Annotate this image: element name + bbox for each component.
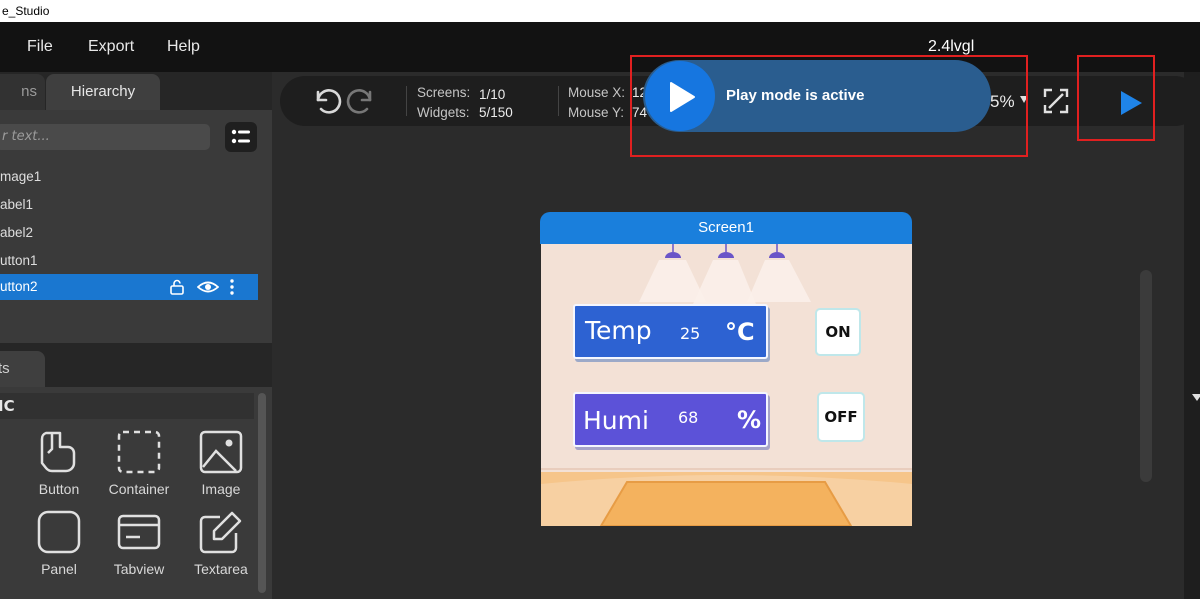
more-vertical-icon[interactable] <box>228 278 236 296</box>
device-preview[interactable]: Temp 25 °C ON Humi 68 % OFF <box>541 244 912 526</box>
mouse-x-label: Mouse X: <box>568 85 626 100</box>
tree-item-label1[interactable]: abel1 <box>0 192 258 218</box>
widget-label: Button <box>38 481 80 497</box>
textarea-icon <box>199 511 242 554</box>
image-icon <box>199 430 243 474</box>
tree-item-label2[interactable]: abel2 <box>0 220 258 246</box>
tree-item-label: abel1 <box>0 197 34 212</box>
widget-tabview[interactable]: Tabview <box>104 509 174 577</box>
hierarchy-search-input[interactable]: r text... <box>0 124 210 150</box>
widgets-tabstrip: ts <box>0 343 272 387</box>
widget-textarea[interactable]: Textarea <box>186 509 256 577</box>
humi-value: 68 <box>678 408 699 427</box>
temp-label: Temp <box>585 316 652 345</box>
widgets-scrollbar[interactable] <box>258 393 266 593</box>
tree-item-label: utton2 <box>0 279 38 294</box>
screen-title-bar[interactable]: Screen1 <box>540 212 912 244</box>
room-background <box>541 244 912 526</box>
version-label: 2.4lvgl <box>928 38 975 55</box>
eye-icon[interactable] <box>197 278 219 296</box>
off-button[interactable]: OFF <box>817 392 865 442</box>
list-icon <box>231 129 250 144</box>
panel-tabstrip: ns Hierarchy <box>0 72 272 110</box>
screens-value: 1/10 <box>479 87 506 102</box>
widgets-section-header[interactable]: IC <box>0 393 254 419</box>
widget-container[interactable]: Container <box>104 429 174 497</box>
widget-label: Container <box>108 481 170 497</box>
tree-item-image1[interactable]: mage1 <box>0 164 258 190</box>
widget-label: Textarea <box>194 561 248 577</box>
menu-export[interactable]: Export <box>88 38 134 56</box>
redo-icon[interactable] <box>346 86 378 116</box>
panel-icon <box>37 510 81 554</box>
list-view-button[interactable] <box>225 122 257 152</box>
unlock-icon[interactable] <box>168 278 186 296</box>
humi-label: Humi <box>583 406 649 435</box>
tab-widgets[interactable]: ts <box>0 351 45 387</box>
tabview-icon <box>117 514 161 550</box>
tree-item-button2[interactable]: utton2 <box>0 274 258 300</box>
menu-file[interactable]: File <box>27 38 53 56</box>
left-panel: ns Hierarchy r text... mage1 abel1 abel2… <box>0 72 272 599</box>
window-title: e_Studio <box>2 4 50 18</box>
tab-hierarchy[interactable]: Hierarchy <box>46 74 160 110</box>
tree-item-label: mage1 <box>0 169 42 184</box>
canvas-vertical-scrollbar[interactable] <box>1140 270 1152 482</box>
tree-item-label: abel2 <box>0 225 34 240</box>
screens-label: Screens: <box>417 85 471 100</box>
highlight-box-play <box>1077 55 1155 141</box>
button-icon <box>40 431 76 473</box>
widget-image[interactable]: Image <box>186 429 256 497</box>
widgets-count-label: Widgets: <box>417 105 470 120</box>
widget-label: Tabview <box>113 561 165 577</box>
widgets-count-value: 5/150 <box>479 105 513 120</box>
right-panel-dropdown-icon[interactable] <box>1192 394 1200 401</box>
on-button[interactable]: ON <box>815 308 861 356</box>
humi-panel: Humi 68 % <box>573 392 768 447</box>
container-icon <box>117 430 161 474</box>
hierarchy-panel: r text... mage1 abel1 abel2 utton1 utton… <box>0 110 272 343</box>
menu-help[interactable]: Help <box>167 38 200 56</box>
mouse-y-label: Mouse Y: <box>568 105 625 120</box>
undo-icon[interactable] <box>310 86 342 116</box>
widget-label: Panel <box>41 561 77 577</box>
tree-item-button1[interactable]: utton1 <box>0 248 258 274</box>
window-title-bar: e_Studio <box>0 0 1200 22</box>
fit-screen-icon[interactable] <box>1042 87 1070 115</box>
right-panel-edge <box>1184 72 1200 599</box>
widget-button[interactable]: Button <box>24 429 94 497</box>
tab-screens[interactable]: ns <box>0 74 45 110</box>
humi-unit: % <box>737 406 762 434</box>
temp-unit: °C <box>725 318 755 346</box>
toolbar-separator <box>406 86 407 116</box>
tree-item-label: utton1 <box>0 253 38 268</box>
app-window: e_Studio File Export Help 2.4lvgl ns Hie… <box>0 0 1200 599</box>
temp-panel: Temp 25 °C <box>573 304 768 359</box>
widget-panel[interactable]: Panel <box>24 509 94 577</box>
highlight-box-toast <box>630 55 1028 157</box>
widgets-panel: IC Button Container Image Panel Tabview … <box>0 387 272 599</box>
toolbar-separator <box>558 86 559 116</box>
temp-value: 25 <box>680 324 701 343</box>
widget-label: Image <box>201 481 241 497</box>
